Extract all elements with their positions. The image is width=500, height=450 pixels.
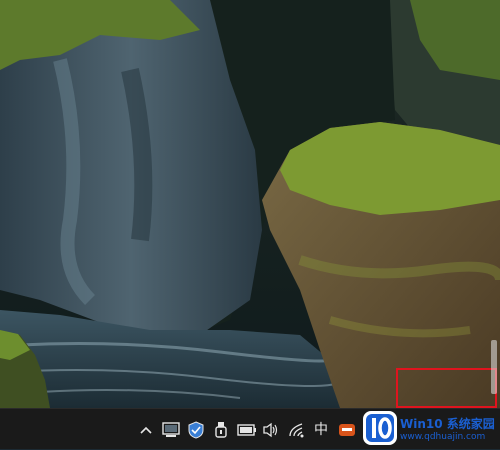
volume-icon[interactable] (260, 409, 282, 450)
desktop-wallpaper (0, 0, 500, 408)
chevron-up-icon[interactable] (137, 409, 155, 450)
wifi-icon[interactable] (286, 409, 308, 450)
scroll-handle[interactable] (491, 340, 497, 394)
watermark: Win10 系统家园 www.qdhuajin.com (360, 408, 500, 449)
network-drive-icon[interactable] (160, 409, 182, 450)
watermark-brand: Win10 系统家园 (400, 417, 495, 431)
usb-device-icon[interactable] (210, 409, 232, 450)
win10-logo (362, 410, 398, 446)
watermark-url: www.qdhuajin.com (400, 432, 486, 442)
battery-icon[interactable] (235, 409, 259, 450)
security-shield-icon[interactable] (185, 409, 207, 450)
input-method-label: 中 (314, 421, 328, 438)
app-tray-icon[interactable] (336, 409, 358, 450)
input-method-icon[interactable]: 中 (310, 409, 332, 450)
highlight-box (396, 368, 497, 408)
